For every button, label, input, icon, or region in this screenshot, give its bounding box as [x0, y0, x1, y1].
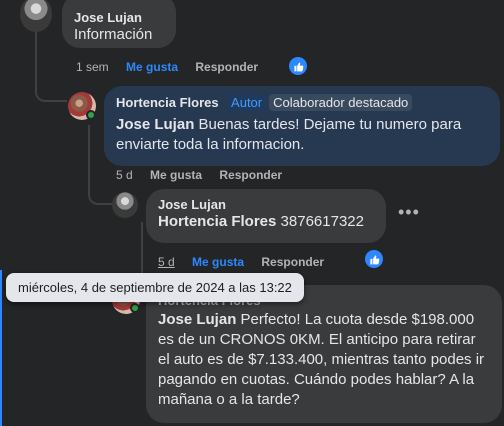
online-indicator — [130, 303, 140, 313]
timestamp-tooltip: miércoles, 4 de septiembre de 2024 a las… — [6, 273, 304, 302]
comment-time[interactable]: 5 d — [158, 255, 175, 269]
like-button[interactable]: Me gusta — [150, 168, 202, 182]
thread-connector — [35, 78, 67, 102]
comment-body: Jose Lujan Perfecto! La cuota desde $198… — [158, 310, 490, 410]
mention-link[interactable]: Jose Lujan — [116, 116, 194, 133]
comment-actions: 1 sem Me gusta Responder — [76, 60, 272, 74]
reply-button[interactable]: Responder — [261, 255, 324, 269]
like-button[interactable]: Me gusta — [192, 255, 244, 269]
comment-time[interactable]: 5 d — [116, 168, 133, 182]
focus-bar — [0, 270, 2, 426]
comment-actions: 5 d Me gusta Responder — [158, 255, 338, 269]
avatar[interactable] — [20, 0, 52, 32]
online-indicator — [86, 110, 96, 120]
like-icon[interactable] — [289, 57, 307, 75]
comment-bubble: Jose Lujan Información — [62, 0, 176, 48]
comment-body: Hortencia Flores 3876617322 — [158, 212, 374, 232]
comment-body: Jose Lujan Buenas tardes! Dejame tu nume… — [116, 115, 488, 155]
comment-text: Información — [74, 26, 153, 43]
comment-bubble: Hortencia Flores Jose Lujan Perfecto! La… — [146, 285, 502, 423]
comment-author[interactable]: Hortencia Flores — [116, 95, 219, 110]
avatar[interactable] — [112, 192, 138, 218]
comment-text: 3876617322 — [276, 213, 364, 230]
like-icon[interactable] — [365, 250, 383, 268]
thread-connector — [88, 183, 112, 205]
comment-time[interactable]: 1 sem — [76, 60, 109, 74]
comment-actions: 5 d Me gusta Responder — [116, 168, 296, 182]
comment-author[interactable]: Jose Lujan — [74, 10, 164, 25]
mention-link[interactable]: Jose Lujan — [158, 311, 236, 328]
comment-bubble: Jose Lujan Hortencia Flores 3876617322 — [146, 189, 386, 243]
author-badge: Autor — [227, 94, 267, 111]
comment-bubble: Hortencia Flores Autor Colaborador destac… — [104, 86, 500, 166]
comment-author[interactable]: Jose Lujan — [158, 197, 374, 212]
top-contributor-badge: Colaborador destacado — [269, 94, 413, 111]
reply-button[interactable]: Responder — [219, 168, 282, 182]
mention-link[interactable]: Hortencia Flores — [158, 213, 276, 230]
reply-button[interactable]: Responder — [195, 60, 258, 74]
more-options-icon[interactable]: ••• — [398, 202, 420, 223]
like-button[interactable]: Me gusta — [126, 60, 178, 74]
